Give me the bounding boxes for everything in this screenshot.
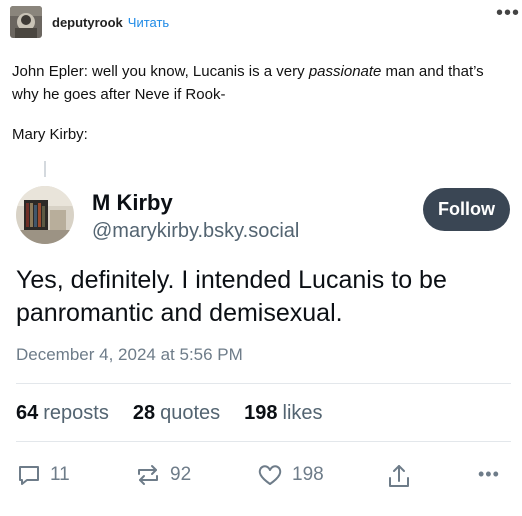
like-count: 198 bbox=[292, 464, 324, 485]
blog-username[interactable]: deputyrook bbox=[52, 15, 123, 30]
thread-connector bbox=[44, 161, 46, 177]
more-horizontal-icon[interactable]: ••• bbox=[478, 464, 500, 485]
bsky-post-date[interactable]: December 4, 2024 at 5:56 PM bbox=[16, 345, 243, 365]
paragraph-text: John Epler: well you know, Lucanis is a … bbox=[12, 63, 309, 80]
bsky-action-bar: 11 92 198 ••• bbox=[16, 462, 511, 492]
reply-icon bbox=[16, 462, 42, 488]
bsky-handle[interactable]: @marykirby.bsky.social bbox=[92, 220, 299, 243]
reposts-label: reposts bbox=[43, 402, 109, 424]
quotes-stat[interactable]: 28 quotes bbox=[133, 402, 220, 425]
reply-count: 11 bbox=[50, 464, 70, 485]
post-paragraph-2: Mary Kirby: bbox=[12, 126, 88, 143]
more-horizontal-icon[interactable]: ••• bbox=[496, 3, 520, 23]
repost-button[interactable]: 92 bbox=[134, 462, 191, 488]
reposts-stat[interactable]: 64 reposts bbox=[16, 402, 109, 425]
follow-button[interactable]: Follow bbox=[423, 188, 510, 231]
likes-label: likes bbox=[282, 402, 323, 424]
share-icon bbox=[386, 462, 412, 490]
likes-count: 198 bbox=[244, 402, 278, 424]
bsky-stats: 64 reposts 28 quotes 198 likes bbox=[16, 402, 323, 425]
reply-button[interactable]: 11 bbox=[16, 462, 70, 488]
emphasis-text: passionate bbox=[308, 63, 382, 80]
blog-avatar[interactable] bbox=[10, 6, 42, 38]
quotes-count: 28 bbox=[132, 402, 156, 424]
repost-count: 92 bbox=[170, 464, 192, 485]
bsky-display-name[interactable]: M Kirby bbox=[92, 190, 173, 216]
share-button[interactable] bbox=[386, 462, 412, 490]
post-header: deputyrook Читать bbox=[10, 6, 512, 38]
divider bbox=[16, 383, 511, 384]
like-icon bbox=[256, 462, 284, 488]
post-body: John Epler: well you know, Lucanis is a … bbox=[12, 60, 502, 106]
follow-link[interactable]: Читать bbox=[128, 15, 169, 30]
reposts-count: 64 bbox=[16, 402, 39, 424]
bsky-post-text: Yes, definitely. I intended Lucanis to b… bbox=[16, 266, 447, 327]
likes-stat[interactable]: 198 likes bbox=[244, 402, 322, 425]
like-button[interactable]: 198 bbox=[256, 462, 324, 488]
repost-icon bbox=[134, 462, 162, 488]
post-paragraph: John Epler: well you know, Lucanis is a … bbox=[12, 60, 502, 106]
bsky-avatar[interactable] bbox=[16, 186, 74, 244]
divider bbox=[16, 441, 511, 442]
quotes-label: quotes bbox=[160, 402, 221, 424]
